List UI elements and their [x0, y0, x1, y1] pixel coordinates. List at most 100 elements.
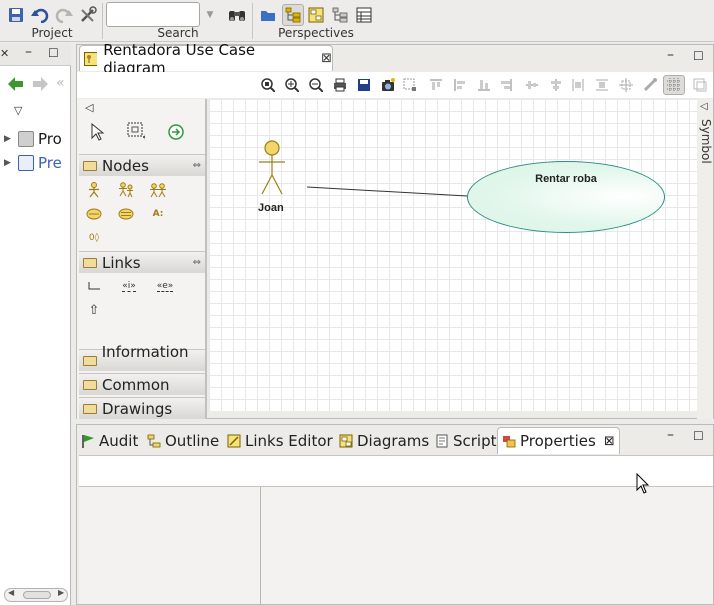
tab-label: Outline [165, 431, 220, 450]
palette-section-label: Drawings [102, 399, 173, 418]
tools-icon[interactable] [78, 5, 98, 25]
scroll-right-icon[interactable]: ▶ [58, 588, 64, 597]
pin-icon[interactable]: ⇔ [193, 160, 201, 171]
tab-diagrams[interactable]: Diagrams [339, 427, 429, 454]
folder-icon [83, 355, 97, 366]
select-pointer-icon[interactable] [89, 123, 107, 141]
connect-icon[interactable] [167, 123, 185, 141]
tab-script[interactable]: Script [435, 427, 497, 454]
view-close-icon[interactable]: ✕ [0, 47, 9, 60]
tab-properties[interactable]: Properties ⊠ [497, 427, 620, 454]
open-perspective-icon[interactable] [258, 5, 278, 25]
save-icon[interactable] [6, 5, 26, 25]
zoom-out-icon[interactable] [309, 78, 323, 92]
diagram-toolbar [77, 72, 713, 98]
maximize-icon[interactable]: ☐ [48, 46, 59, 60]
zoom-in-icon[interactable] [285, 78, 299, 92]
table-perspective-icon[interactable] [354, 5, 374, 25]
minimize-icon[interactable]: – [667, 427, 674, 443]
maximize-icon[interactable]: ☐ [693, 49, 704, 63]
palette-section-links[interactable]: Links ⇔ [79, 251, 205, 273]
properties-categories-list[interactable] [79, 487, 261, 605]
print-icon[interactable] [333, 78, 347, 92]
redo-icon[interactable] [54, 5, 74, 25]
zoom-fit-icon[interactable] [261, 78, 275, 92]
tree-item-label: Pro [38, 130, 62, 148]
association-link[interactable] [306, 186, 468, 197]
tab-label: Script [453, 431, 497, 450]
palette-section-information[interactable]: Information ... [79, 343, 205, 379]
align-middle-icon[interactable] [525, 78, 539, 92]
select-area-icon[interactable] [403, 78, 417, 92]
tree-item[interactable]: ▶ Pre [4, 153, 62, 173]
explorer-perspective-icon[interactable] [330, 5, 350, 25]
search-input[interactable] [106, 2, 200, 27]
extension-point-tool-icon[interactable]: 0◊ [85, 229, 103, 247]
horizontal-scrollbar[interactable]: ◀ ▶ [4, 588, 68, 602]
minimize-icon[interactable]: – [667, 47, 674, 63]
layers-icon[interactable] [693, 78, 707, 92]
back-arrow-icon[interactable] [8, 77, 24, 94]
diagram-perspective-icon[interactable] [306, 5, 326, 25]
align-top-icon[interactable] [429, 78, 443, 92]
editor-tab[interactable]: Rentadora Use Case diagram ⊠ [79, 41, 333, 77]
use-case-tool-icon[interactable] [85, 205, 103, 223]
expand-symbol-icon[interactable]: ◁ [700, 101, 708, 112]
minimize-icon[interactable]: – [25, 44, 32, 60]
tab-links-editor[interactable]: Links Editor [227, 427, 333, 454]
tab-audit[interactable]: Audit [81, 427, 138, 454]
close-icon[interactable]: ⊠ [321, 51, 332, 66]
actors-tool-icon[interactable] [117, 181, 135, 199]
extend-tool-label: «e» [156, 280, 174, 292]
expand-arrow-icon[interactable]: ▶ [4, 134, 18, 144]
palette-section-nodes[interactable]: Nodes ⇔ [79, 154, 205, 176]
model-explorer-view: ✕ – ☐ « ▽ ▶ Pro ▶ Pre ◀ ▶ [0, 44, 71, 605]
modeling-perspective-icon[interactable] [282, 4, 304, 26]
format-brush-icon[interactable] [643, 78, 657, 92]
scroll-thumb[interactable] [23, 591, 51, 599]
palette-section-common[interactable]: Common [79, 373, 205, 395]
tree-item[interactable]: ▶ Pro [4, 129, 62, 149]
snap-icon[interactable] [619, 78, 633, 92]
folder-icon [83, 160, 97, 171]
grid-toggle-button[interactable] [663, 75, 685, 95]
use-case-extension-tool-icon[interactable] [117, 205, 135, 223]
tab-outline[interactable]: Outline [147, 427, 219, 454]
diagram-canvas[interactable]: Joan Rentar roba [209, 99, 697, 411]
binoculars-icon[interactable] [227, 5, 247, 25]
history-menu-icon[interactable]: « [56, 75, 65, 91]
same-height-icon[interactable] [571, 78, 585, 92]
actor-tool-icon[interactable] [85, 181, 103, 199]
undo-icon[interactable] [30, 5, 50, 25]
project-icon [18, 131, 34, 147]
actor-figure[interactable] [256, 139, 288, 197]
extend-tool-icon[interactable]: «e» [153, 277, 177, 295]
close-icon[interactable]: ⊠ [604, 434, 615, 449]
view-menu-icon[interactable]: ▽ [14, 104, 22, 117]
generalization-tool-icon[interactable]: ⇧ [85, 301, 103, 319]
same-width-icon[interactable] [595, 78, 609, 92]
collapse-palette-icon[interactable]: ◁ [85, 101, 93, 114]
align-right-icon[interactable] [499, 78, 513, 92]
attribute-tool-icon[interactable]: A: [149, 205, 167, 223]
use-case-ellipse[interactable] [467, 161, 665, 233]
palette-section-drawings[interactable]: Drawings [79, 397, 205, 419]
save-diagram-icon[interactable] [357, 78, 371, 92]
generalized-actor-tool-icon[interactable] [149, 181, 167, 199]
maximize-icon[interactable]: ☐ [693, 429, 704, 443]
align-bottom-icon[interactable] [477, 78, 491, 92]
project-group-label: Project [31, 26, 73, 40]
chevron-down-icon[interactable]: ▼ [203, 6, 217, 24]
expand-arrow-icon[interactable]: ▶ [4, 158, 18, 168]
forward-arrow-icon[interactable] [32, 77, 48, 94]
align-left-icon[interactable] [453, 78, 467, 92]
marquee-select-icon[interactable] [127, 122, 145, 141]
camera-icon[interactable] [381, 78, 395, 92]
grid-icon [667, 78, 681, 92]
pin-icon[interactable]: ⇔ [193, 257, 201, 268]
include-tool-icon[interactable]: «i» [117, 277, 141, 295]
scroll-left-icon[interactable]: ◀ [8, 588, 14, 597]
association-tool-icon[interactable] [85, 277, 103, 295]
palette-section-label: Nodes [102, 156, 149, 175]
align-center-icon[interactable] [549, 78, 563, 92]
